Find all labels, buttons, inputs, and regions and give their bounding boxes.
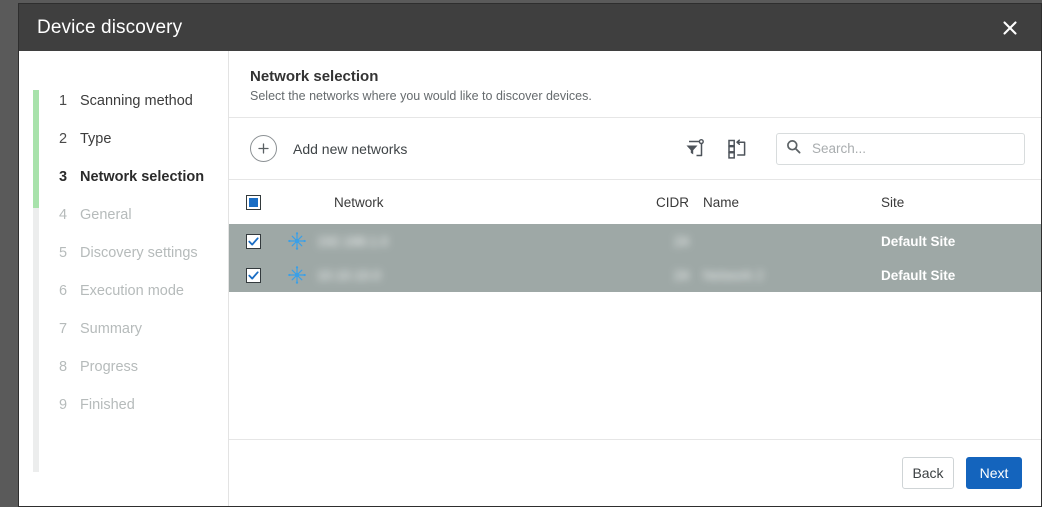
main-panel: Network selection Select the networks wh… xyxy=(229,51,1041,506)
cell-name: Network 2 xyxy=(689,268,881,283)
row-checkbox[interactable] xyxy=(246,234,261,249)
add-new-networks-button[interactable]: Add new networks xyxy=(250,135,407,162)
dialog-titlebar: Device discovery xyxy=(19,4,1041,51)
close-icon[interactable] xyxy=(993,11,1027,45)
step-number: 1 xyxy=(59,93,80,109)
panel-header: Network selection Select the networks wh… xyxy=(229,51,1041,118)
network-hub-icon xyxy=(277,231,317,251)
filter-reset-icon[interactable] xyxy=(678,132,712,166)
check-icon xyxy=(248,236,259,247)
table-empty-area xyxy=(229,292,1041,439)
step-label: Finished xyxy=(80,397,135,413)
step-label: Summary xyxy=(80,321,142,337)
dialog-title: Device discovery xyxy=(37,17,182,39)
wizard-sidebar: 1 Scanning method 2 Type 3 Network selec… xyxy=(19,51,229,506)
add-new-networks-label: Add new networks xyxy=(293,141,407,157)
cell-cidr: 24 xyxy=(643,268,689,283)
table-row[interactable]: 192.168.1.0 24 Default Site xyxy=(229,224,1041,258)
dialog-footer: Back Next xyxy=(229,440,1041,506)
step-label: Type xyxy=(80,131,111,147)
step-label: Progress xyxy=(80,359,138,375)
search-input-wrapper[interactable] xyxy=(776,133,1025,165)
step-label: Discovery settings xyxy=(80,245,198,261)
step-label: General xyxy=(80,207,132,223)
cell-site: Default Site xyxy=(881,234,1041,249)
sidebar-step-discovery-settings: 5 Discovery settings xyxy=(59,245,228,283)
table-row[interactable]: 10.10.10.0 24 Network 2 Default Site xyxy=(229,258,1041,292)
wizard-progress-fill xyxy=(33,90,39,208)
step-number: 5 xyxy=(59,245,80,261)
plus-circle-icon xyxy=(250,135,277,162)
step-number: 3 xyxy=(59,169,80,185)
networks-table: Network CIDR Name Site xyxy=(229,180,1041,440)
sidebar-step-summary: 7 Summary xyxy=(59,321,228,359)
step-label: Network selection xyxy=(80,169,204,185)
page-subtitle: Select the networks where you would like… xyxy=(250,89,1021,103)
checkbox-indeterminate-mark xyxy=(249,198,258,207)
cell-network: 192.168.1.0 xyxy=(317,234,643,249)
sidebar-step-network-selection[interactable]: 3 Network selection xyxy=(59,169,228,207)
cell-cidr: 24 xyxy=(643,234,689,249)
step-number: 9 xyxy=(59,397,80,413)
table-header-row: Network CIDR Name Site xyxy=(229,180,1041,224)
column-header-name[interactable]: Name xyxy=(689,195,881,210)
device-discovery-dialog: Device discovery 1 Scanning method 2 Typ… xyxy=(18,3,1042,507)
step-number: 2 xyxy=(59,131,80,147)
network-hub-icon xyxy=(277,265,317,285)
next-button[interactable]: Next xyxy=(966,457,1022,489)
wizard-progress-track xyxy=(33,90,39,472)
cell-site: Default Site xyxy=(881,268,1041,283)
sidebar-step-general: 4 General xyxy=(59,207,228,245)
cell-network: 10.10.10.0 xyxy=(317,268,643,283)
sidebar-step-execution-mode: 6 Execution mode xyxy=(59,283,228,321)
row-checkbox[interactable] xyxy=(246,268,261,283)
row-select-cell xyxy=(229,268,277,283)
select-all-cell xyxy=(229,195,277,210)
select-all-checkbox[interactable] xyxy=(246,195,261,210)
row-select-cell xyxy=(229,234,277,249)
column-header-cidr[interactable]: CIDR xyxy=(643,195,689,210)
step-label: Scanning method xyxy=(80,93,193,109)
check-icon xyxy=(248,270,259,281)
sidebar-step-progress: 8 Progress xyxy=(59,359,228,397)
page-title: Network selection xyxy=(250,68,1021,85)
column-header-site[interactable]: Site xyxy=(881,195,1041,210)
dialog-body: 1 Scanning method 2 Type 3 Network selec… xyxy=(19,51,1041,506)
sidebar-step-type[interactable]: 2 Type xyxy=(59,131,228,169)
column-header-network[interactable]: Network xyxy=(277,195,643,210)
column-settings-icon[interactable] xyxy=(720,132,754,166)
search-input[interactable] xyxy=(810,140,1015,157)
step-number: 8 xyxy=(59,359,80,375)
wizard-step-list: 1 Scanning method 2 Type 3 Network selec… xyxy=(59,93,228,435)
search-icon xyxy=(786,139,801,159)
step-label: Execution mode xyxy=(80,283,184,299)
sidebar-step-finished: 9 Finished xyxy=(59,397,228,435)
step-number: 6 xyxy=(59,283,80,299)
step-number: 4 xyxy=(59,207,80,223)
back-button[interactable]: Back xyxy=(902,457,954,489)
sidebar-step-scanning-method[interactable]: 1 Scanning method xyxy=(59,93,228,131)
table-toolbar: Add new networks xyxy=(229,118,1041,180)
step-number: 7 xyxy=(59,321,80,337)
